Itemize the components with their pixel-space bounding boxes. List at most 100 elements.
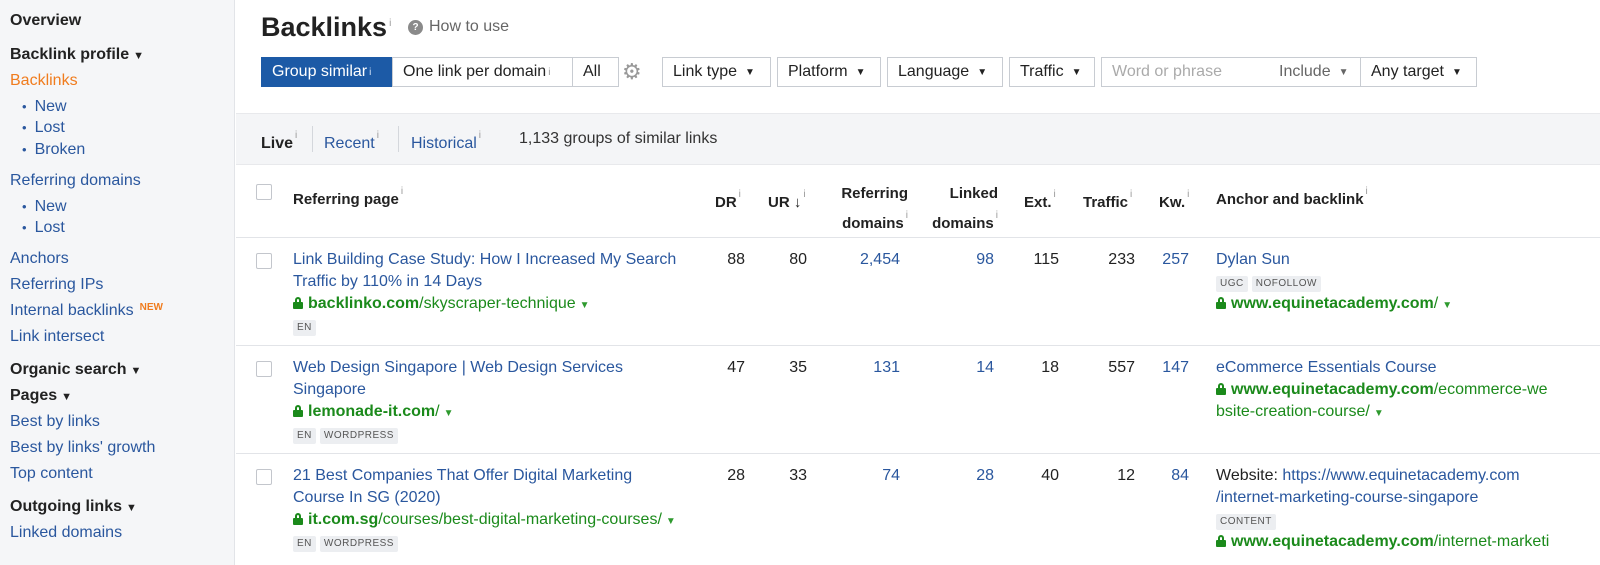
sidebar-item-linked-domains[interactable]: Linked domains: [10, 524, 122, 542]
column-header-anchor[interactable]: Anchor and backlink i: [1216, 181, 1368, 211]
referring-page-title[interactable]: 21 Best Companies That Offer Digital Mar…: [293, 465, 632, 509]
sidebar: Overview Backlink profile ▼ Backlinks • Ne…: [0, 0, 235, 565]
sidebar-item-backlinks-lost[interactable]: • Lost: [22, 119, 65, 137]
platform-dropdown[interactable]: Platform ▼: [777, 57, 881, 87]
page-tags: EN WORDPRESS: [293, 533, 402, 552]
column-label: Traffic: [1083, 194, 1129, 211]
row-checkbox[interactable]: [256, 469, 272, 485]
sidebar-item-anchors[interactable]: Anchors: [10, 250, 69, 268]
sidebar-item-rd-new[interactable]: • New: [22, 198, 67, 216]
link-type-dropdown[interactable]: Link type ▼: [662, 57, 771, 87]
linked-domains-value[interactable]: 98: [934, 249, 994, 271]
anchor-text[interactable]: Dylan Sun: [1216, 249, 1290, 271]
column-header-kw[interactable]: Kw. i: [1159, 184, 1189, 214]
select-all-checkbox[interactable]: [256, 184, 272, 200]
referring-domains-value[interactable]: 131: [840, 357, 900, 379]
sidebar-item-label: New: [34, 98, 67, 115]
sidebar-item-referring-ips[interactable]: Referring IPs: [10, 276, 103, 294]
dr-value: 28: [727, 467, 745, 484]
linked-domains-value[interactable]: 14: [934, 357, 994, 379]
kw-value[interactable]: 257: [1129, 249, 1189, 271]
column-header-linked-domains[interactable]: Linked domains i: [908, 183, 998, 235]
traffic-value: 557: [1108, 359, 1135, 376]
info-icon: i: [803, 189, 806, 200]
sidebar-item-backlinks[interactable]: Backlinks: [10, 72, 78, 90]
sidebar-item-backlinks-new[interactable]: • New: [22, 98, 67, 116]
sidebar-item-overview[interactable]: Overview: [10, 12, 81, 30]
traffic-value: 12: [1117, 467, 1135, 484]
page-title-text: Backlinks: [261, 12, 388, 42]
caret-down-icon[interactable]: ▼: [666, 516, 676, 527]
anchor-text: Website: https://www.equinetacademy.com /…: [1216, 465, 1520, 509]
bullet-icon: •: [22, 99, 27, 114]
referring-page-url[interactable]: it.com.sg/courses/best-digital-marketing…: [293, 509, 676, 533]
caret-down-icon[interactable]: ▼: [580, 300, 590, 311]
sidebar-item-rd-lost[interactable]: • Lost: [22, 219, 65, 237]
info-icon[interactable]: i: [389, 18, 391, 29]
sidebar-item-backlinks-broken[interactable]: • Broken: [22, 141, 85, 159]
sidebar-item-internal-backlinks[interactable]: Internal backlinks NEW: [10, 302, 163, 320]
url-line: bsite-creation-course/ ▼: [1216, 401, 1548, 425]
referring-page-url[interactable]: lemonade-it.com/ ▼: [293, 401, 454, 425]
tag: WORDPRESS: [319, 536, 398, 552]
referring-page-title[interactable]: Web Design Singapore | Web Design Servic…: [293, 357, 623, 401]
backlink-target-url[interactable]: www.equinetacademy.com/internet-marketi: [1216, 531, 1549, 553]
row-checkbox[interactable]: [256, 253, 272, 269]
column-header-dr[interactable]: DR i: [715, 184, 741, 214]
caret-down-icon: ▼: [745, 66, 755, 78]
column-header-referring-page[interactable]: Referring page i: [293, 181, 403, 211]
anchor-label: Website:: [1216, 467, 1278, 484]
sidebar-item-referring-domains[interactable]: Referring domains: [10, 172, 141, 190]
caret-down-icon[interactable]: ▼: [1442, 300, 1452, 311]
ext-value: 115: [1033, 251, 1059, 268]
info-icon: i: [1130, 189, 1133, 200]
gear-icon[interactable]: ⚙: [622, 60, 646, 84]
caret-down-icon[interactable]: ▼: [1374, 408, 1384, 419]
how-to-use-link[interactable]: ? How to use: [408, 18, 509, 36]
referring-page-url[interactable]: backlinko.com/skyscraper-technique ▼: [293, 293, 590, 317]
all-button[interactable]: All: [572, 57, 619, 87]
bullet-icon: •: [22, 199, 27, 214]
title-line: Link Building Case Study: How I Increase…: [293, 251, 677, 268]
column-header-ext[interactable]: Ext. i: [1024, 184, 1056, 214]
sidebar-section-pages[interactable]: Pages ▼: [10, 387, 72, 405]
anchor-link[interactable]: https://www.equinetacademy.com: [1282, 467, 1519, 484]
column-header-traffic[interactable]: Traffic i: [1083, 184, 1132, 214]
any-target-label: Any target: [1371, 63, 1444, 80]
sidebar-item-label: Internal backlinks: [10, 302, 134, 319]
anchor-link[interactable]: /internet-marketing-course-singapore: [1216, 487, 1520, 509]
sidebar-section-organic-search[interactable]: Organic search ▼: [10, 361, 141, 379]
sidebar-item-best-by-links[interactable]: Best by links: [10, 413, 100, 431]
tab-live[interactable]: Live i: [261, 130, 297, 153]
referring-page-title[interactable]: Link Building Case Study: How I Increase…: [293, 249, 676, 293]
language-dropdown[interactable]: Language ▼: [887, 57, 1003, 87]
sidebar-section-backlink-profile[interactable]: Backlink profile ▼: [10, 46, 144, 64]
sidebar-item-label: Broken: [34, 141, 86, 158]
tab-recent[interactable]: Recent i: [324, 130, 379, 153]
sidebar-section-outgoing-links[interactable]: Outgoing links ▼: [10, 498, 137, 516]
row-checkbox[interactable]: [256, 361, 272, 377]
kw-value[interactable]: 147: [1129, 357, 1189, 379]
sidebar-item-best-by-links-growth[interactable]: Best by links' growth: [10, 439, 155, 457]
kw-value[interactable]: 84: [1129, 465, 1189, 487]
linked-domains-value[interactable]: 28: [934, 465, 994, 487]
sidebar-item-top-content[interactable]: Top content: [10, 465, 93, 483]
anchor-text[interactable]: eCommerce Essentials Course: [1216, 357, 1437, 379]
tab-historical[interactable]: Historical i: [411, 130, 481, 153]
tab-historical-label: Historical: [411, 135, 477, 152]
backlink-target-url[interactable]: www.equinetacademy.com/ecommerce-we bsite…: [1216, 379, 1548, 425]
one-link-per-domain-button[interactable]: One link per domain i: [392, 57, 573, 87]
lock-icon: [293, 513, 303, 525]
group-similar-button[interactable]: Group similar i: [261, 57, 393, 87]
column-header-referring-domains[interactable]: Referring domains i: [816, 183, 908, 235]
referring-domains-value[interactable]: 74: [840, 465, 900, 487]
url-path: /internet-marketi: [1433, 533, 1550, 550]
traffic-dropdown[interactable]: Traffic ▼: [1009, 57, 1095, 87]
include-dropdown[interactable]: Include ▼: [1269, 57, 1361, 87]
backlink-target-url[interactable]: www.equinetacademy.com/▼: [1216, 293, 1452, 317]
column-header-ur[interactable]: UR ↓ i: [768, 184, 806, 214]
caret-down-icon[interactable]: ▼: [444, 408, 454, 419]
sidebar-item-link-intersect[interactable]: Link intersect: [10, 328, 104, 346]
any-target-dropdown[interactable]: Any target ▼: [1360, 57, 1477, 87]
referring-domains-value[interactable]: 2,454: [840, 249, 900, 271]
